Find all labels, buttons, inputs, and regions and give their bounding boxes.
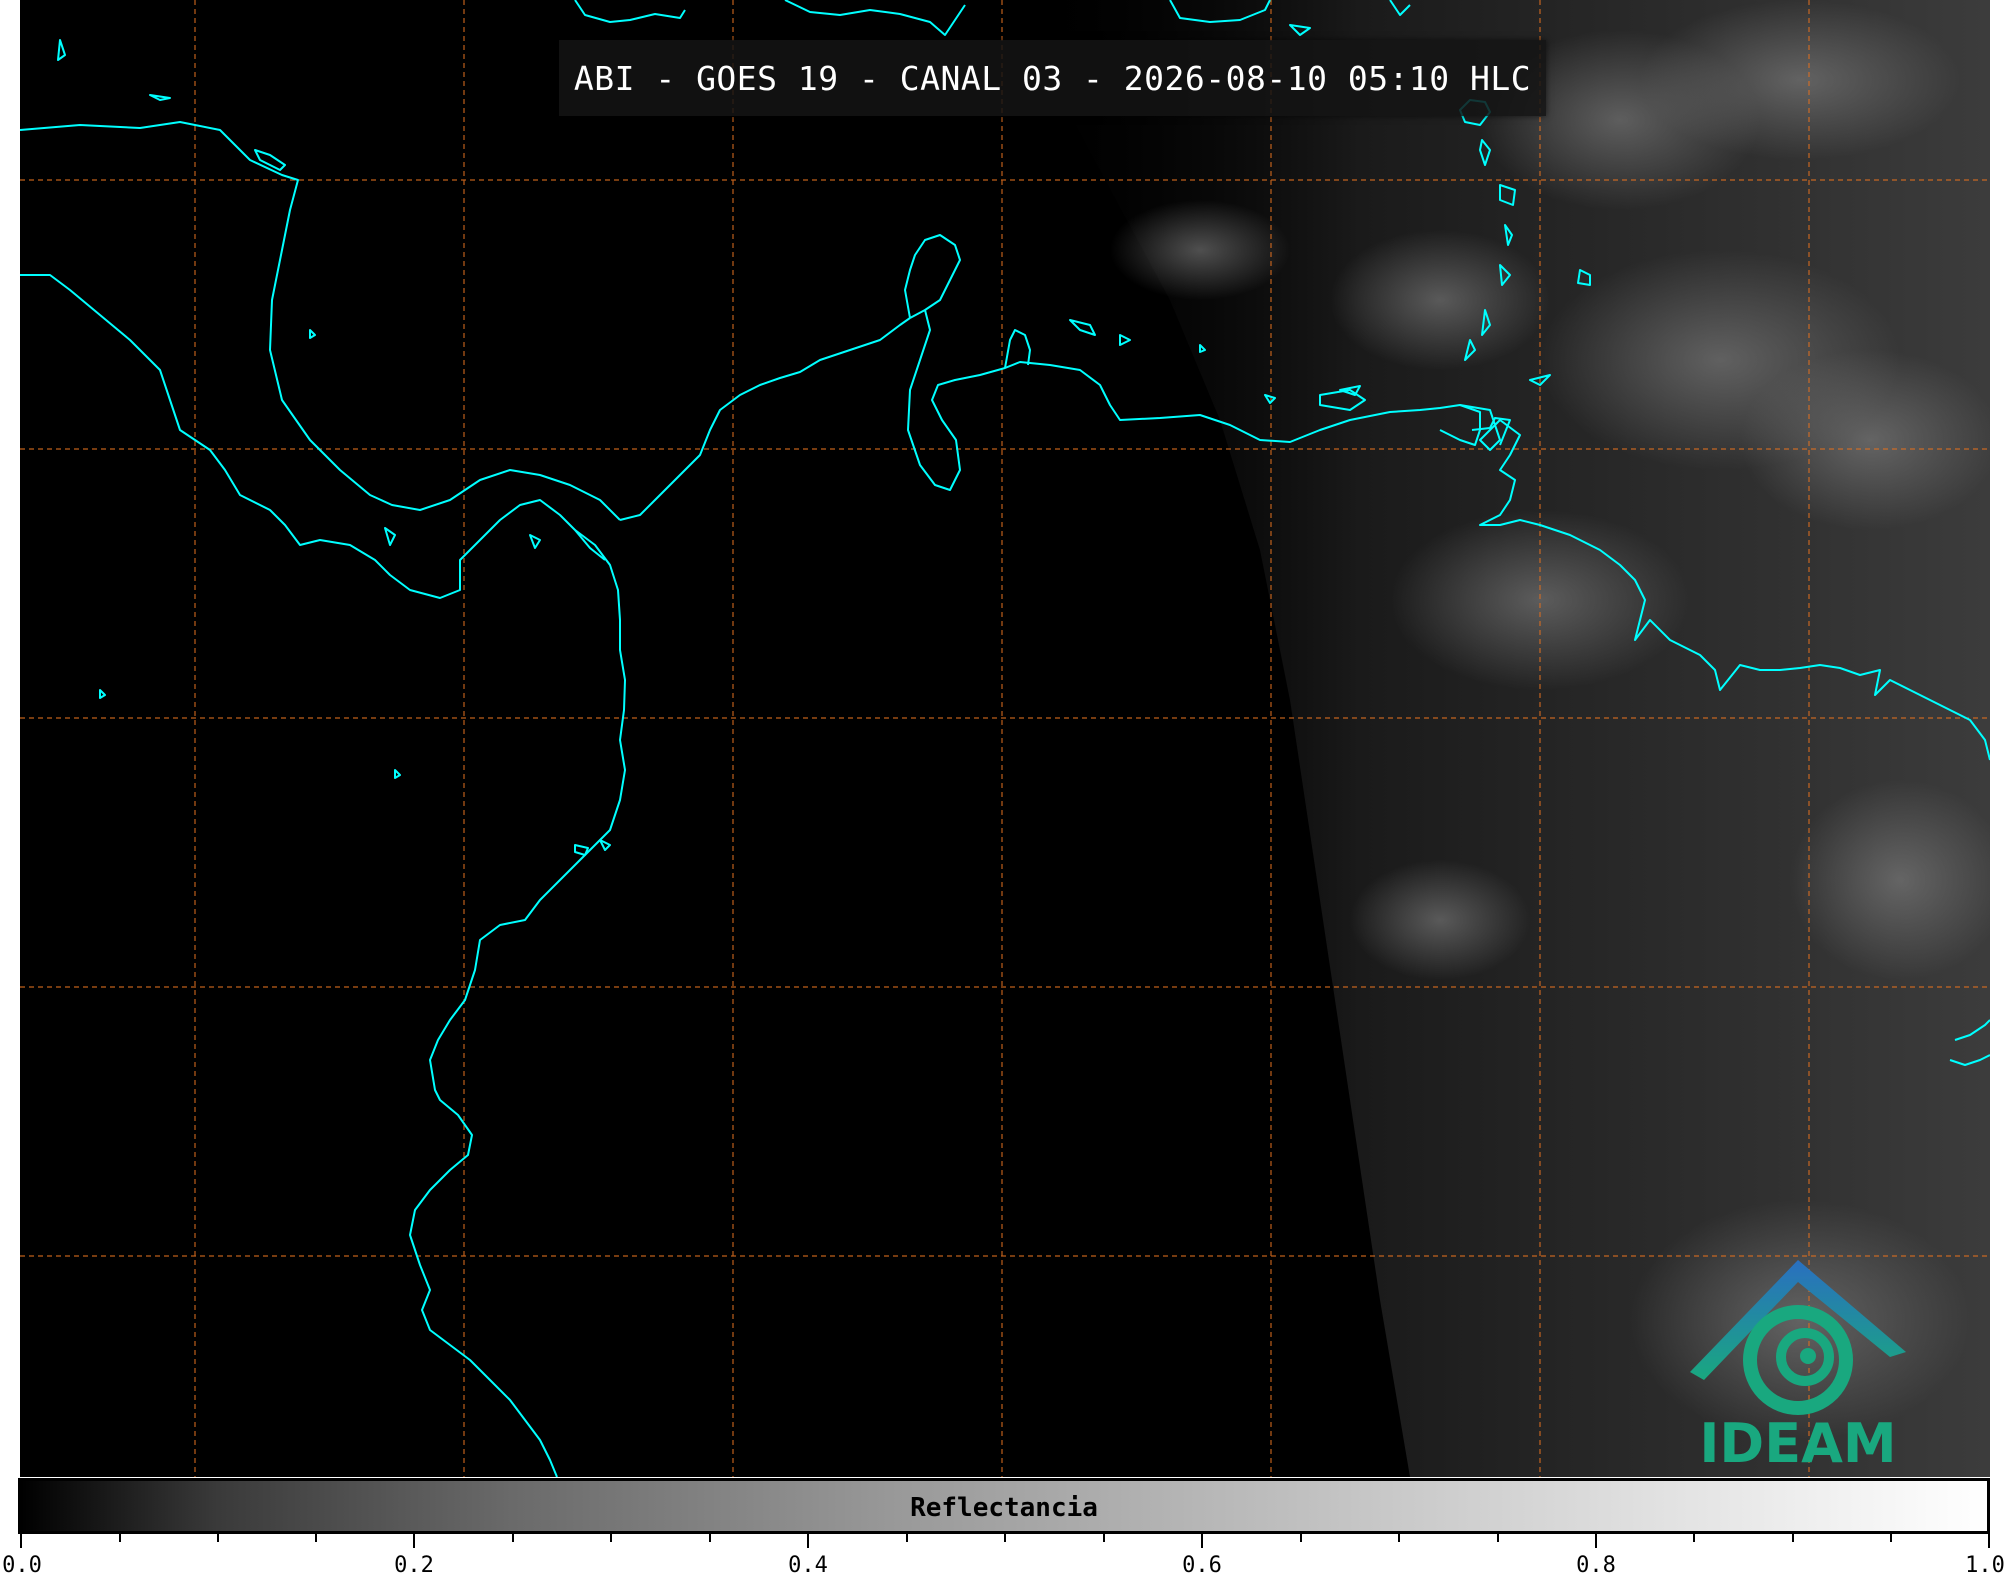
ideam-logo: IDEAM <box>1680 1252 1916 1475</box>
colorbar-tick-label: 0.4 <box>788 1553 828 1578</box>
colorbar-minor-tick <box>1398 1534 1400 1542</box>
colorbar: Reflectancia <box>18 1478 1990 1534</box>
colorbar-tick <box>807 1534 809 1548</box>
colorbar-tick <box>20 1534 22 1548</box>
colorbar-minor-tick <box>1103 1534 1105 1542</box>
colorbar-tick <box>1988 1534 1990 1548</box>
colorbar-minor-tick <box>1497 1534 1499 1542</box>
logo-text: IDEAM <box>1699 1412 1897 1475</box>
colorbar-tick-label: 0.0 <box>2 1553 42 1578</box>
colorbar-tick <box>413 1534 415 1548</box>
colorbar-tick-label: 1.0 <box>1965 1553 2005 1578</box>
colorbar-minor-tick <box>709 1534 711 1542</box>
colorbar-minor-tick <box>1300 1534 1302 1542</box>
colorbar-label: Reflectancia <box>910 1493 1098 1523</box>
colorbar-tick-label: 0.6 <box>1182 1553 1222 1578</box>
colorbar-minor-tick <box>610 1534 612 1542</box>
colorbar-minor-tick <box>119 1534 121 1542</box>
colorbar-tick <box>1201 1534 1203 1548</box>
colorbar-minor-tick <box>906 1534 908 1542</box>
colorbar-minor-tick <box>512 1534 514 1542</box>
colorbar-tick-label: 0.8 <box>1576 1553 1616 1578</box>
colorbar-minor-tick <box>1693 1534 1695 1542</box>
colorbar-minor-tick <box>1004 1534 1006 1542</box>
colorbar-minor-tick <box>1890 1534 1892 1542</box>
colorbar-tick <box>1595 1534 1597 1548</box>
colorbar-minor-tick <box>1792 1534 1794 1542</box>
map-title: ABI - GOES 19 - CANAL 03 - 2026-08-10 05… <box>559 40 1546 116</box>
colorbar-minor-tick <box>315 1534 317 1542</box>
satellite-map: ABI - GOES 19 - CANAL 03 - 2026-08-10 05… <box>20 0 1990 1477</box>
colorbar-minor-tick <box>217 1534 219 1542</box>
ideam-logo-icon <box>1690 1260 1906 1415</box>
colorbar-tick-label: 0.2 <box>394 1553 434 1578</box>
